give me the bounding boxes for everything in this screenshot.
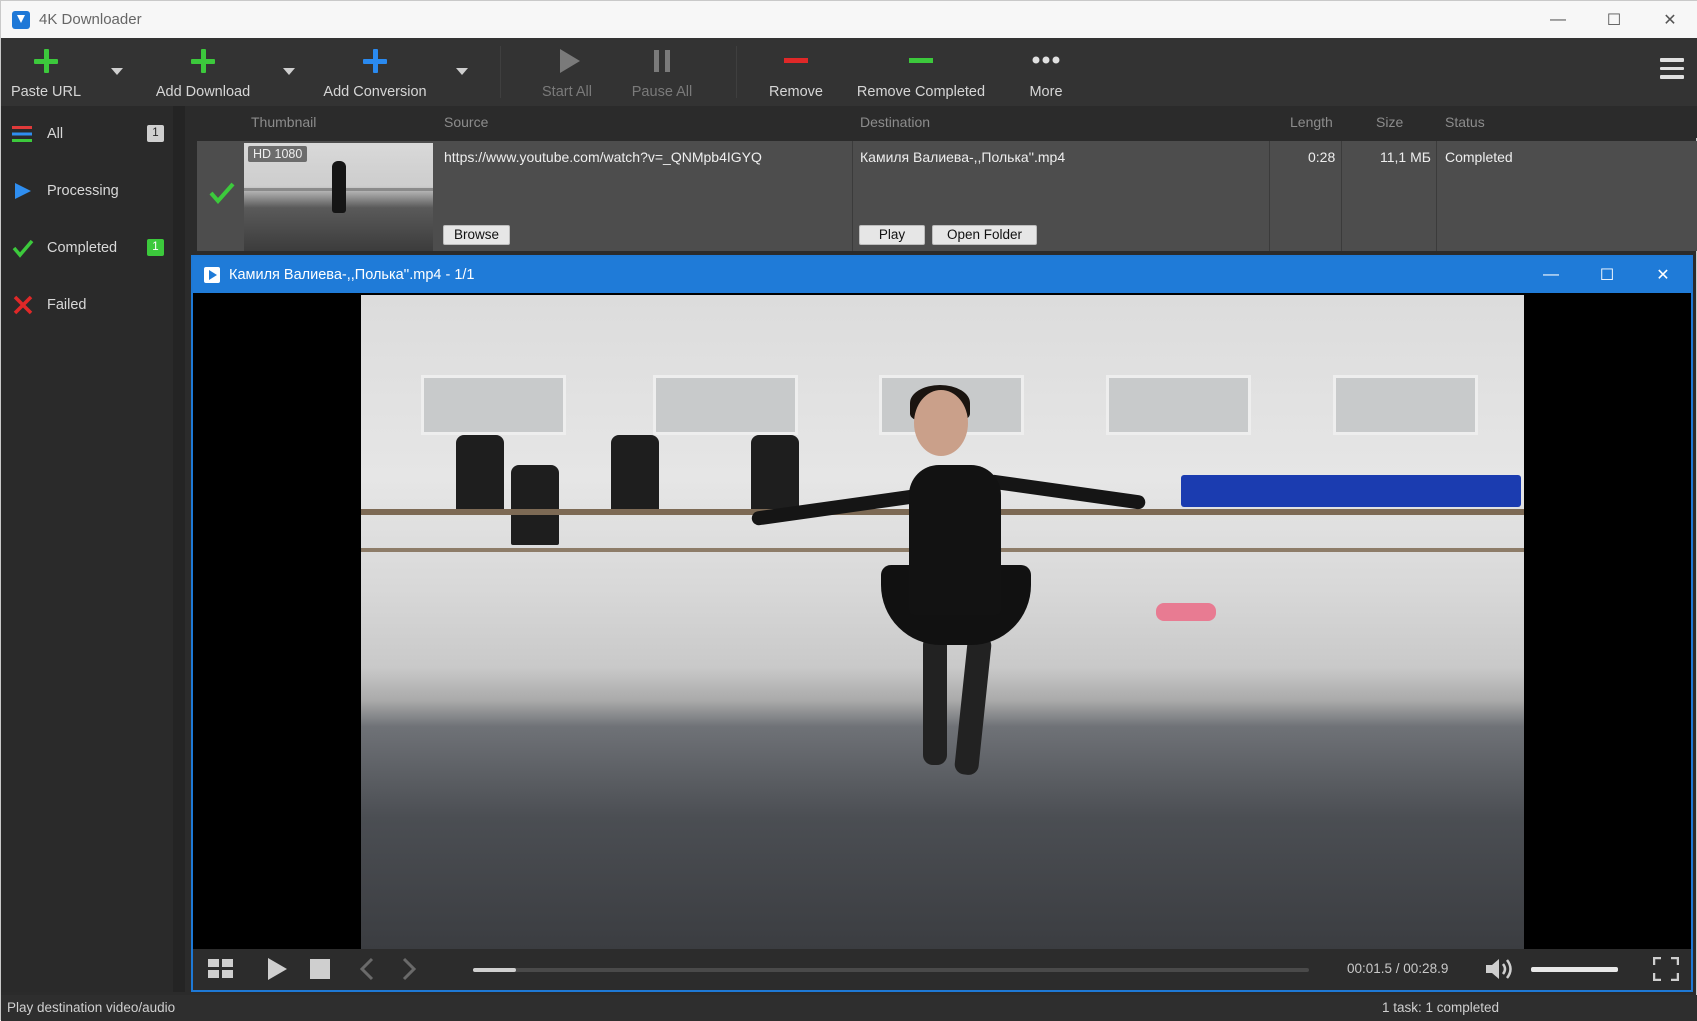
playback-time: 00:01.5 / 00:28.9	[1347, 961, 1449, 976]
browse-button[interactable]: Browse	[443, 225, 510, 245]
toolbar: Paste URL Add Download Add Conversion St…	[1, 38, 1697, 106]
maximize-button[interactable]: ☐	[1586, 1, 1642, 38]
app-window: 4K Downloader — ☐ ✕ Paste URL Add Downlo…	[0, 0, 1697, 1021]
remove-completed-label: Remove Completed	[856, 84, 986, 100]
previous-icon[interactable]	[357, 957, 377, 981]
player-title-bar: Камиля Валиева-,,Полька''.mp4 - 1/1 — ☐ …	[193, 257, 1691, 293]
sidebar-item-label: All	[47, 126, 64, 142]
length-value: 0:28	[1308, 149, 1336, 165]
sidebar-item-label: Completed	[47, 240, 118, 256]
video-player-window: Камиля Валиева-,,Полька''.mp4 - 1/1 — ☐ …	[191, 255, 1693, 992]
plus-icon	[26, 46, 66, 78]
add-download-button[interactable]: Add Download	[151, 38, 255, 106]
size-value: 11,1 МБ	[1380, 149, 1431, 165]
remove-button[interactable]: Remove	[766, 38, 826, 106]
volume-level	[1531, 967, 1618, 972]
next-icon[interactable]	[399, 957, 419, 981]
plus-icon	[355, 46, 395, 78]
window-controls: — ☐ ✕	[1530, 1, 1697, 38]
play-icon	[547, 46, 587, 78]
volume-icon[interactable]	[1485, 957, 1515, 981]
title-bar: 4K Downloader — ☐ ✕	[1, 1, 1697, 38]
player-maximize-button[interactable]: ☐	[1579, 257, 1635, 293]
count-badge: 1	[147, 125, 164, 142]
close-button[interactable]: ✕	[1642, 1, 1697, 38]
start-all-button[interactable]: Start All	[537, 38, 597, 106]
plus-icon	[183, 46, 223, 78]
quality-badge: HD 1080	[248, 146, 308, 162]
count-badge: 1	[147, 239, 164, 256]
column-header-status[interactable]: Status	[1445, 114, 1485, 130]
video-thumbnail: HD 1080	[244, 143, 433, 251]
column-header-length[interactable]: Length	[1290, 114, 1333, 130]
completed-check-icon	[209, 181, 235, 208]
remove-label: Remove	[769, 84, 823, 100]
more-label: More	[1029, 84, 1063, 100]
volume-slider[interactable]	[1531, 967, 1618, 972]
paste-url-dropdown-icon[interactable]	[111, 68, 123, 75]
add-conversion-button[interactable]: Add Conversion	[323, 38, 427, 106]
seek-slider[interactable]	[473, 968, 1309, 972]
player-window-controls: — ☐ ✕	[1523, 257, 1691, 293]
add-download-dropdown-icon[interactable]	[283, 68, 295, 75]
status-hint: Play destination video/audio	[7, 1000, 176, 1015]
list-header: Thumbnail Source Destination Length Size…	[197, 106, 1697, 138]
sidebar-item-processing[interactable]: Processing	[1, 167, 173, 215]
sidebar-item-all[interactable]: All 1	[1, 110, 173, 158]
play-icon	[12, 180, 34, 202]
open-folder-button[interactable]: Open Folder	[932, 225, 1037, 245]
column-header-source[interactable]: Source	[444, 114, 488, 130]
status-summary: 1 task: 1 completed	[1382, 1000, 1500, 1015]
pause-all-button[interactable]: Pause All	[632, 38, 692, 106]
toolbar-divider	[500, 46, 501, 98]
more-button[interactable]: More	[1021, 38, 1071, 106]
sidebar-item-completed[interactable]: Completed 1	[1, 224, 173, 272]
add-download-label: Add Download	[155, 84, 251, 100]
window-title: 4K Downloader	[39, 11, 142, 28]
video-frame[interactable]	[361, 295, 1524, 949]
cross-icon	[12, 294, 34, 316]
minus-icon	[776, 46, 816, 78]
list-icon	[12, 123, 34, 145]
pause-all-label: Pause All	[631, 84, 693, 100]
destination-filename: Камиля Валиева-,,Полька''.mp4	[860, 149, 1066, 165]
sidebar-item-label: Processing	[47, 183, 119, 199]
pause-icon	[642, 46, 682, 78]
sidebar-item-failed[interactable]: Failed	[1, 281, 173, 329]
paste-url-label: Paste URL	[10, 84, 82, 100]
player-control-bar: 00:01.5 / 00:28.9	[193, 949, 1691, 990]
menu-hamburger-icon[interactable]	[1660, 58, 1684, 80]
sidebar-item-label: Failed	[47, 297, 87, 313]
player-title: Камиля Валиева-,,Полька''.mp4 - 1/1	[229, 267, 475, 283]
add-conversion-label: Add Conversion	[323, 84, 427, 100]
paste-url-button[interactable]: Paste URL	[9, 38, 83, 106]
download-row[interactable]: HD 1080 https://www.youtube.com/watch?v=…	[197, 141, 1697, 251]
player-close-button[interactable]: ✕	[1635, 257, 1691, 293]
minus-icon	[901, 46, 941, 78]
sidebar: All 1 Processing Completed 1 Failed	[1, 106, 185, 992]
column-header-destination[interactable]: Destination	[860, 114, 930, 130]
play-icon[interactable]	[265, 957, 289, 981]
player-minimize-button[interactable]: —	[1523, 257, 1579, 293]
start-all-label: Start All	[542, 84, 592, 100]
play-button[interactable]: Play	[859, 225, 925, 245]
source-url: https://www.youtube.com/watch?v=_QNMpb4I…	[444, 149, 762, 165]
minimize-button[interactable]: —	[1530, 1, 1586, 38]
add-conversion-dropdown-icon[interactable]	[456, 68, 468, 75]
seek-progress	[473, 968, 517, 972]
column-header-thumbnail[interactable]: Thumbnail	[251, 114, 316, 130]
more-dots-icon	[1026, 46, 1066, 78]
stop-icon[interactable]	[309, 957, 333, 981]
remove-completed-button[interactable]: Remove Completed	[857, 38, 985, 106]
player-app-icon	[204, 267, 220, 283]
app-logo-icon	[12, 10, 30, 29]
toolbar-divider	[736, 46, 737, 98]
checkmark-icon	[12, 237, 34, 259]
status-value: Completed	[1445, 149, 1513, 165]
status-bar: Play destination video/audio 1 task: 1 c…	[1, 995, 1697, 1021]
column-header-size[interactable]: Size	[1376, 114, 1403, 130]
playlist-grid-icon[interactable]	[207, 957, 235, 981]
fullscreen-icon[interactable]	[1652, 956, 1680, 982]
